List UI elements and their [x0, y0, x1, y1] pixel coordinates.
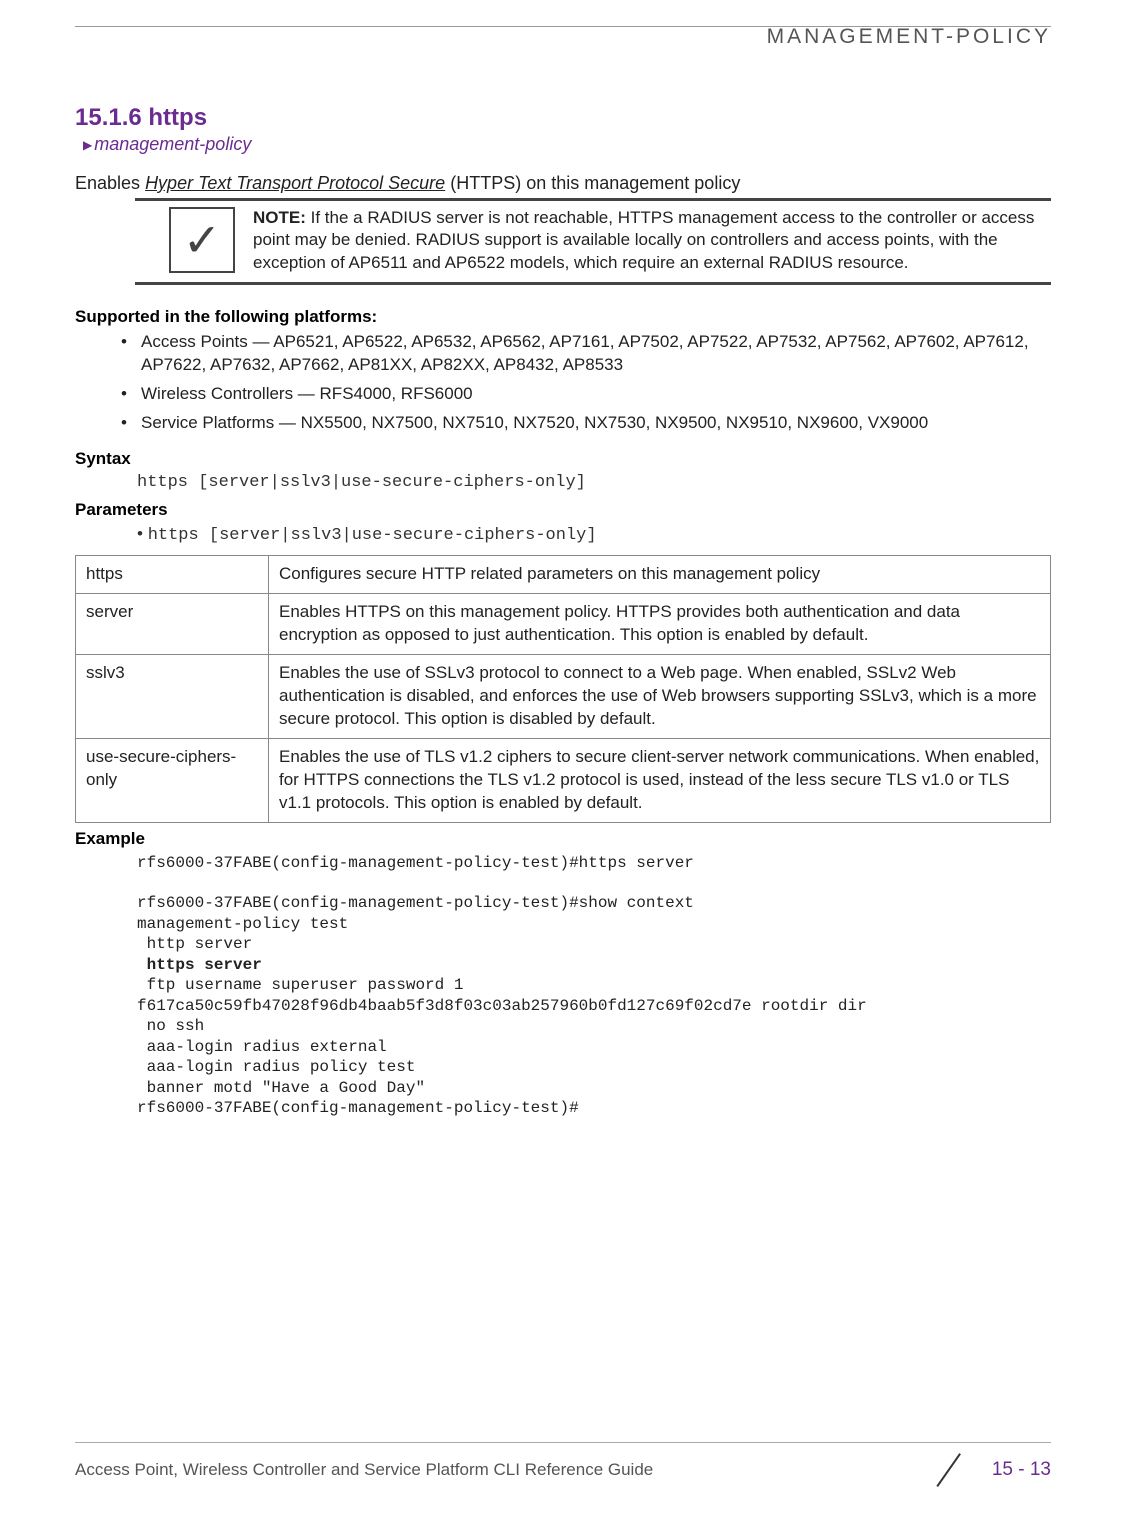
- note-label: NOTE:: [253, 208, 306, 227]
- footer: Access Point, Wireless Controller and Se…: [75, 1442, 1051, 1487]
- param-desc: Enables the use of SSLv3 protocol to con…: [269, 654, 1051, 738]
- parameters-table: https Configures secure HTTP related par…: [75, 555, 1051, 822]
- page-number: 15 - 13: [970, 1459, 1051, 1481]
- note-body: NOTE: If the a RADIUS server is not reac…: [253, 207, 1051, 274]
- code-line: rfs6000-37FABE(config-management-policy-…: [137, 1099, 579, 1117]
- code-line-bold: https server: [137, 956, 262, 974]
- code-line: f617ca50c59fb47028f96db4baab5f3d8f03c03a…: [137, 997, 867, 1015]
- code-line: no ssh: [137, 1017, 204, 1035]
- section-title: 15.1.6 https: [75, 104, 1051, 132]
- lead-italic: Hyper Text Transport Protocol Secure: [145, 173, 445, 193]
- param-key: server: [76, 594, 269, 655]
- supported-heading: Supported in the following platforms:: [75, 307, 1051, 327]
- example-heading: Example: [75, 829, 1051, 849]
- syntax-heading: Syntax: [75, 449, 1051, 469]
- lead-text: Enables Hyper Text Transport Protocol Se…: [75, 173, 1051, 194]
- param-desc: Configures secure HTTP related parameter…: [269, 556, 1051, 594]
- table-row: use-secure-ciphers-only Enables the use …: [76, 738, 1051, 822]
- code-line: management-policy test: [137, 915, 348, 933]
- code-line: banner motd "Have a Good Day": [137, 1079, 425, 1097]
- note-text: If the a RADIUS server is not reachable,…: [253, 208, 1034, 272]
- code-line: http server: [137, 935, 252, 953]
- code-line: aaa-login radius policy test: [137, 1058, 415, 1076]
- param-desc: Enables the use of TLS v1.2 ciphers to s…: [269, 738, 1051, 822]
- lead-suffix: (HTTPS) on this management policy: [445, 173, 740, 193]
- table-row: server Enables HTTPS on this management …: [76, 594, 1051, 655]
- param-key: use-secure-ciphers-only: [76, 738, 269, 822]
- code-line: rfs6000-37FABE(config-management-policy-…: [137, 854, 694, 872]
- list-item: Wireless Controllers — RFS4000, RFS6000: [121, 383, 1051, 406]
- table-row: https Configures secure HTTP related par…: [76, 556, 1051, 594]
- note-box: ✓ NOTE: If the a RADIUS server is not re…: [135, 198, 1051, 285]
- list-item: Access Points — AP6521, AP6522, AP6532, …: [121, 331, 1051, 377]
- parameters-heading: Parameters: [75, 500, 1051, 520]
- running-header: MANAGEMENT-POLICY: [75, 25, 1051, 49]
- page: MANAGEMENT-POLICY 15.1.6 https ▶manageme…: [0, 0, 1126, 1515]
- slash-icon: [938, 1453, 970, 1487]
- example-block: rfs6000-37FABE(config-management-policy-…: [137, 853, 1051, 1119]
- syntax-code: https [server|sslv3|use-secure-ciphers-o…: [137, 473, 1051, 492]
- platform-list: Access Points — AP6521, AP6522, AP6532, …: [75, 331, 1051, 435]
- lead-prefix: Enables: [75, 173, 145, 193]
- parameters-code: https [server|sslv3|use-secure-ciphers-o…: [137, 524, 1051, 545]
- breadcrumb: ▶management-policy: [75, 134, 1051, 155]
- code-line: aaa-login radius external: [137, 1038, 387, 1056]
- triangle-icon: ▶: [83, 138, 92, 152]
- code-line: ftp username superuser password 1: [137, 976, 473, 994]
- check-icon: ✓: [169, 207, 235, 273]
- list-item: Service Platforms — NX5500, NX7500, NX75…: [121, 412, 1051, 435]
- param-desc: Enables HTTPS on this management policy.…: [269, 594, 1051, 655]
- breadcrumb-text: management-policy: [94, 134, 251, 154]
- param-key: https: [76, 556, 269, 594]
- footer-title: Access Point, Wireless Controller and Se…: [75, 1460, 653, 1480]
- table-row: sslv3 Enables the use of SSLv3 protocol …: [76, 654, 1051, 738]
- footer-right: 15 - 13: [938, 1453, 1051, 1487]
- param-key: sslv3: [76, 654, 269, 738]
- code-line: rfs6000-37FABE(config-management-policy-…: [137, 894, 694, 912]
